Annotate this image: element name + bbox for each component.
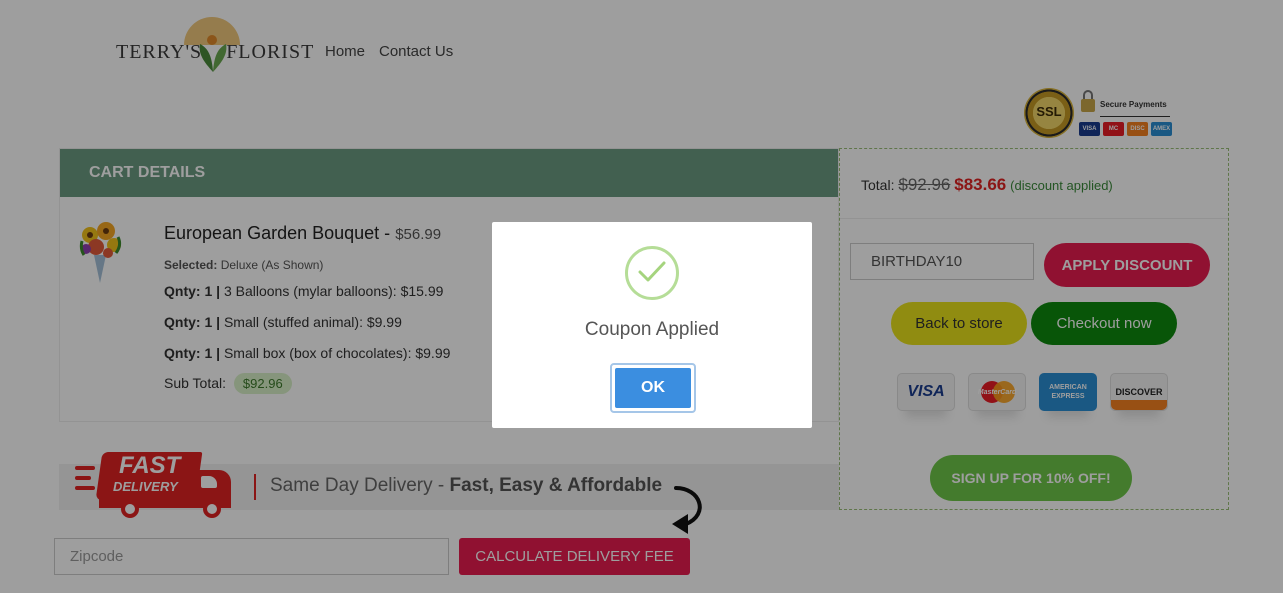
ok-button[interactable]: OK — [610, 363, 696, 413]
ok-button-label: OK — [615, 368, 691, 408]
dialog-title: Coupon Applied — [584, 319, 720, 340]
success-check-icon — [625, 246, 679, 300]
coupon-applied-dialog: Coupon Applied OK — [492, 222, 812, 428]
